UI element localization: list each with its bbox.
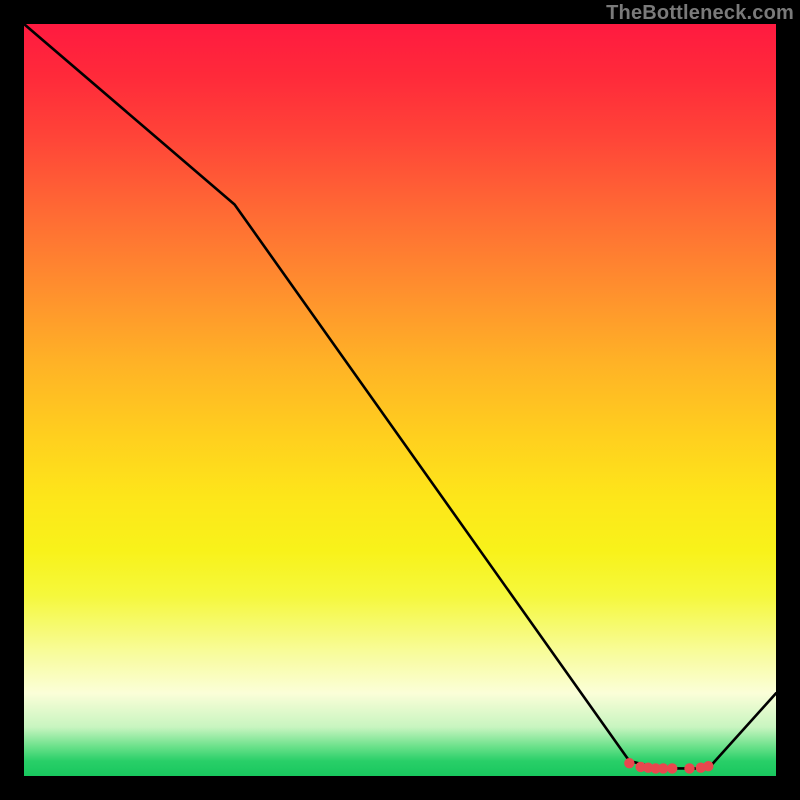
bottleneck-line <box>24 24 776 768</box>
marker-group <box>624 758 713 774</box>
series-line <box>24 24 776 768</box>
chart-svg <box>24 24 776 776</box>
chart-container: TheBottleneck.com <box>0 0 800 800</box>
marker-dot <box>703 761 713 771</box>
marker-dot <box>684 763 694 773</box>
plot-area <box>24 24 776 776</box>
marker-dot <box>667 763 677 773</box>
marker-dot <box>624 758 634 768</box>
watermark-text: TheBottleneck.com <box>606 2 794 25</box>
marker-dot <box>658 763 668 773</box>
